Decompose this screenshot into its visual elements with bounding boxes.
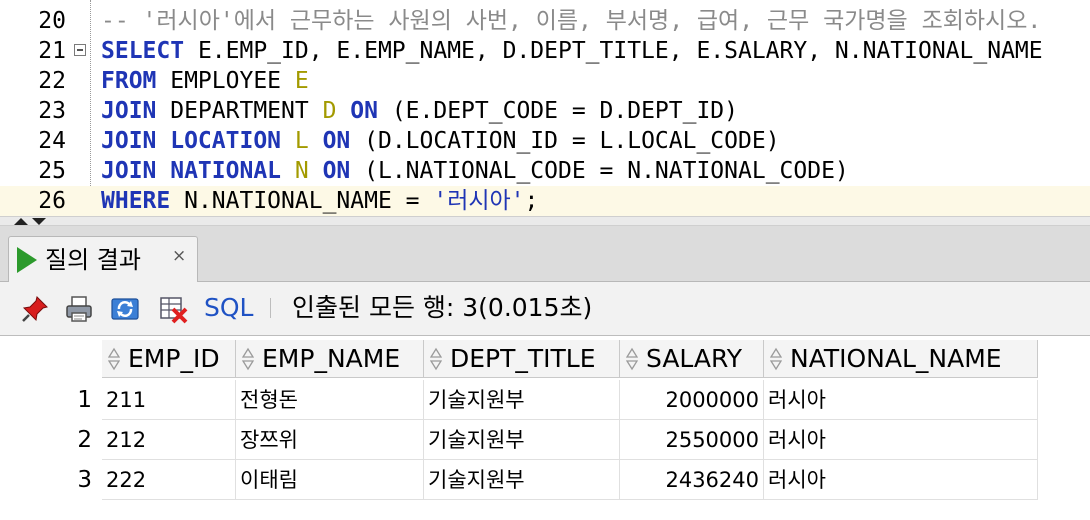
- toolbar-separator: [270, 298, 271, 318]
- close-tab-icon[interactable]: ×: [172, 245, 186, 267]
- sql-keyword: FROM: [101, 68, 157, 94]
- cell-national-name[interactable]: 러시아: [764, 380, 1038, 420]
- cell-emp-name[interactable]: 전형돈: [236, 380, 424, 420]
- column-header-salary[interactable]: SALARY: [620, 340, 764, 378]
- column-header-emp-id[interactable]: EMP_ID: [102, 340, 236, 378]
- cell-national-name[interactable]: 러시아: [764, 420, 1038, 460]
- tab-label: 질의 결과: [45, 246, 141, 274]
- code-line-21[interactable]: 21 SELECT E.EMP_ID, E.EMP_NAME, D.DEPT_T…: [0, 36, 1090, 66]
- sql-text: DEPARTMENT: [156, 98, 323, 124]
- cell-salary[interactable]: 2436240: [620, 460, 764, 500]
- sql-text: (L.NATIONAL_CODE = N.NATIONAL_CODE): [350, 158, 849, 184]
- sql-text: ;: [524, 188, 539, 214]
- line-number: 22: [38, 68, 66, 94]
- code-line-20[interactable]: 20 -- '러시아'에서 근무하는 사원의 사번, 이름, 부서명, 급여, …: [0, 6, 1090, 36]
- sql-alias: D: [322, 98, 337, 124]
- splitter-down-arrow-icon[interactable]: [32, 218, 46, 225]
- sql-keyword: WHERE: [101, 188, 171, 214]
- sort-icon[interactable]: [430, 347, 442, 371]
- results-grid[interactable]: EMP_ID EMP_NAME DEPT_TITLE SALARY NATION…: [0, 336, 1090, 520]
- sql-keyword: SELECT: [101, 38, 185, 64]
- sql-keyword: LOCATION: [156, 128, 295, 154]
- column-label: DEPT_TITLE: [450, 344, 596, 373]
- results-toolbar: SQL 인출된 모든 행: 3(0.015초): [0, 282, 1090, 336]
- code-text[interactable]: -- '러시아'에서 근무하는 사원의 사번, 이름, 부서명, 급여, 근무 …: [101, 6, 1041, 36]
- line-number: 23: [38, 98, 66, 124]
- splitter-up-arrow-icon[interactable]: [14, 218, 28, 225]
- sql-text: (E.DEPT_CODE = D.DEPT_ID): [377, 98, 738, 124]
- cell-dept-title[interactable]: 기술지원부: [424, 460, 620, 500]
- sort-icon[interactable]: [626, 347, 638, 371]
- column-label: NATIONAL_NAME: [790, 344, 1002, 373]
- sort-icon[interactable]: [108, 347, 120, 371]
- fetch-status-text: 인출된 모든 행: 3(0.015초): [292, 293, 593, 322]
- run-icon: [17, 247, 37, 273]
- sql-text: N.NATIONAL_NAME =: [170, 188, 434, 214]
- cell-emp-id[interactable]: 222: [102, 460, 236, 500]
- results-tab-bar: 질의 결과 ×: [0, 226, 1090, 282]
- code-text[interactable]: JOIN DEPARTMENT D ON (E.DEPT_CODE = D.DE…: [101, 96, 738, 126]
- sql-alias: L: [294, 128, 309, 154]
- tab-query-results[interactable]: 질의 결과 ×: [8, 236, 198, 282]
- cell-emp-id[interactable]: 211: [102, 380, 236, 420]
- sql-keyword: ON: [336, 98, 378, 124]
- code-line-25[interactable]: 25 JOIN NATIONAL N ON (L.NATIONAL_CODE =…: [0, 156, 1090, 186]
- line-number: 21: [38, 38, 66, 64]
- sql-string: '러시아': [433, 188, 525, 214]
- pane-splitter[interactable]: [0, 216, 1090, 226]
- sql-alias: E: [294, 68, 309, 94]
- sql-keyword: NATIONAL: [156, 158, 295, 184]
- line-number: 24: [38, 128, 66, 154]
- cell-national-name[interactable]: 러시아: [764, 460, 1038, 500]
- line-number: 25: [38, 158, 66, 184]
- cell-emp-name[interactable]: 장쯔위: [236, 420, 424, 460]
- sort-icon[interactable]: [770, 347, 782, 371]
- sql-text: (D.LOCATION_ID = L.LOCAL_CODE): [350, 128, 780, 154]
- sql-alias: N: [294, 158, 309, 184]
- fold-collapse-icon[interactable]: [74, 44, 86, 56]
- row-number: 1: [77, 387, 92, 413]
- export-icon[interactable]: [158, 294, 188, 324]
- code-text[interactable]: WHERE N.NATIONAL_NAME = '러시아';: [101, 186, 538, 216]
- row-number: 2: [77, 427, 92, 453]
- refresh-icon[interactable]: [110, 294, 140, 324]
- cell-emp-id[interactable]: 212: [102, 420, 236, 460]
- sql-keyword: JOIN: [101, 128, 157, 154]
- sql-text: E.EMP_ID, E.EMP_NAME, D.DEPT_TITLE, E.SA…: [184, 38, 1043, 64]
- sql-comment: -- '러시아'에서 근무하는 사원의 사번, 이름, 부서명, 급여, 근무 …: [101, 8, 1042, 34]
- cell-emp-name[interactable]: 이태림: [236, 460, 424, 500]
- code-text[interactable]: JOIN NATIONAL N ON (L.NATIONAL_CODE = N.…: [101, 156, 849, 186]
- column-label: EMP_NAME: [262, 344, 401, 373]
- code-text[interactable]: FROM EMPLOYEE E: [101, 66, 309, 96]
- sql-keyword: JOIN: [101, 98, 157, 124]
- code-line-22[interactable]: 22 FROM EMPLOYEE E: [0, 66, 1090, 96]
- pin-icon[interactable]: [20, 294, 50, 324]
- sort-icon[interactable]: [242, 347, 254, 371]
- code-line-23[interactable]: 23 JOIN DEPARTMENT D ON (E.DEPT_CODE = D…: [0, 96, 1090, 126]
- column-label: EMP_ID: [128, 344, 220, 373]
- cell-salary[interactable]: 2000000: [620, 380, 764, 420]
- code-line-24[interactable]: 24 JOIN LOCATION L ON (D.LOCATION_ID = L…: [0, 126, 1090, 156]
- row-number: 3: [77, 467, 92, 493]
- code-line-26[interactable]: 26 WHERE N.NATIONAL_NAME = '러시아';: [0, 186, 1090, 216]
- code-text[interactable]: SELECT E.EMP_ID, E.EMP_NAME, D.DEPT_TITL…: [101, 36, 1043, 66]
- sql-text: EMPLOYEE: [156, 68, 295, 94]
- sql-keyword: JOIN: [101, 158, 157, 184]
- column-header-emp-name[interactable]: EMP_NAME: [236, 340, 424, 378]
- column-label: SALARY: [646, 344, 743, 373]
- cell-dept-title[interactable]: 기술지원부: [424, 380, 620, 420]
- cell-dept-title[interactable]: 기술지원부: [424, 420, 620, 460]
- sql-link[interactable]: SQL: [204, 292, 253, 324]
- line-number: 20: [38, 8, 66, 34]
- print-icon[interactable]: [64, 294, 94, 324]
- sql-keyword: ON: [308, 128, 351, 154]
- column-header-national-name[interactable]: NATIONAL_NAME: [764, 340, 1038, 378]
- column-header-dept-title[interactable]: DEPT_TITLE: [424, 340, 620, 378]
- code-text[interactable]: JOIN LOCATION L ON (D.LOCATION_ID = L.LO…: [101, 126, 780, 156]
- sql-editor[interactable]: 20 -- '러시아'에서 근무하는 사원의 사번, 이름, 부서명, 급여, …: [0, 0, 1090, 216]
- line-number: 26: [38, 188, 66, 214]
- sql-keyword: ON: [308, 158, 351, 184]
- cell-salary[interactable]: 2550000: [620, 420, 764, 460]
